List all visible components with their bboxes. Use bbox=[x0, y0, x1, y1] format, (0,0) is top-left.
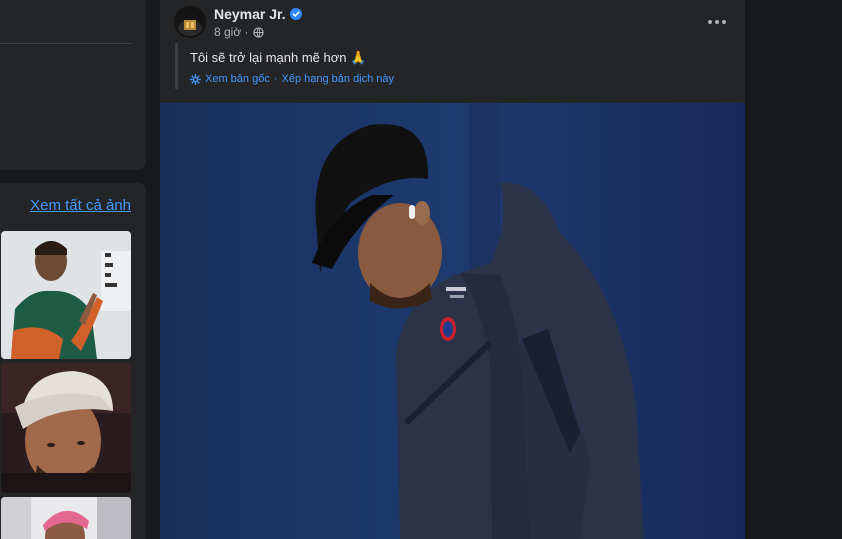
photo-thumbnail[interactable] bbox=[1, 497, 131, 539]
left-info-card bbox=[0, 0, 146, 170]
divider bbox=[0, 43, 131, 44]
rate-translation-link[interactable]: Xếp hạng bản dịch này bbox=[282, 73, 395, 85]
verified-badge-icon bbox=[289, 8, 302, 20]
photo-thumbnail[interactable] bbox=[1, 231, 131, 359]
post-image[interactable] bbox=[160, 103, 745, 539]
separator: · bbox=[273, 73, 278, 85]
post-meta: 8 giờ · bbox=[214, 25, 264, 39]
dot-icon bbox=[722, 20, 726, 24]
avatar[interactable] bbox=[174, 6, 206, 38]
photo-thumbnail[interactable] bbox=[1, 363, 131, 493]
translation-row: Xem bản gốc · Xếp hạng bản dịch này bbox=[190, 73, 394, 85]
more-options-button[interactable] bbox=[703, 10, 731, 34]
quote-bar bbox=[175, 43, 178, 89]
right-column bbox=[745, 0, 842, 539]
globe-icon bbox=[252, 26, 264, 38]
dot-icon bbox=[715, 20, 719, 24]
post-header: Neymar Jr. 8 giờ · Tôi sẽ trở lại mạnh m… bbox=[160, 0, 745, 103]
gear-icon bbox=[190, 73, 201, 85]
see-all-photos-link[interactable]: Xem tất cả ảnh bbox=[30, 197, 131, 214]
post-card: Neymar Jr. 8 giờ · Tôi sẽ trở lại mạnh m… bbox=[160, 0, 745, 539]
see-original-link[interactable]: Xem bản gốc bbox=[205, 73, 270, 85]
author: Neymar Jr. bbox=[214, 6, 302, 22]
photo-neymar-pink-hair-icon bbox=[1, 497, 131, 539]
photo-neymar-cap-icon bbox=[1, 363, 131, 493]
post-time[interactable]: 8 giờ · bbox=[214, 25, 249, 39]
dot-icon bbox=[708, 20, 712, 24]
photo-neymar-praying-icon bbox=[1, 231, 131, 359]
author-name[interactable]: Neymar Jr. bbox=[214, 6, 286, 22]
photos-card: Xem tất cả ảnh bbox=[0, 183, 146, 539]
post-text: Tôi sẽ trở lại mạnh mẽ hơn 🙏 bbox=[190, 50, 367, 65]
photo-neymar-psg-hoodie-icon bbox=[160, 103, 745, 539]
